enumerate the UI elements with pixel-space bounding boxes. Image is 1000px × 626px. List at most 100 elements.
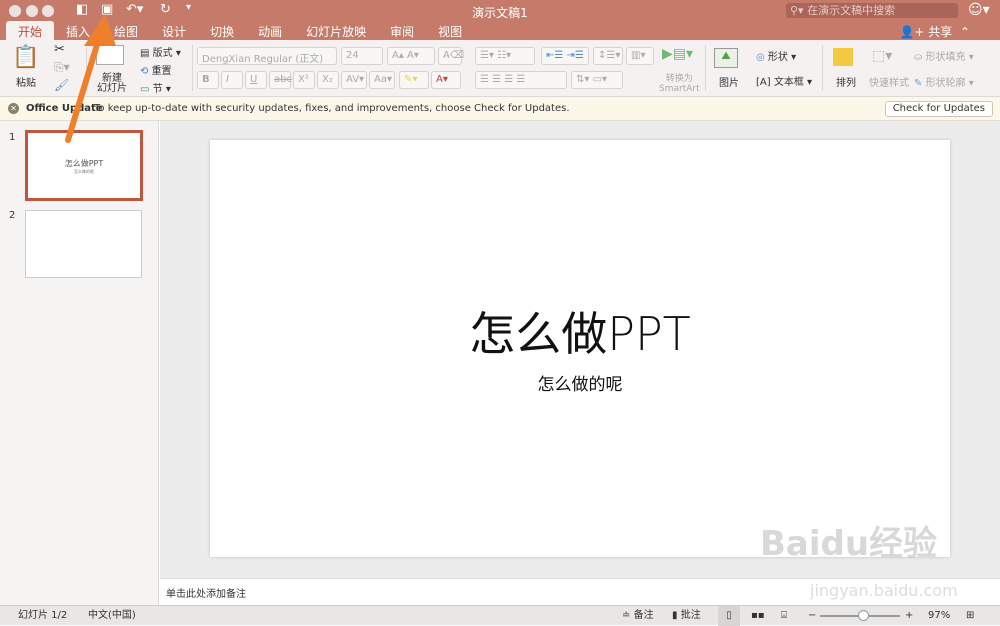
tab-animations[interactable]: 动画 — [246, 21, 294, 40]
dismiss-update-icon[interactable]: ✕ — [8, 103, 19, 114]
watermark-brand: Baidu经验 — [760, 516, 937, 565]
cut-icon[interactable]: ✂ — [54, 42, 65, 57]
italic-button[interactable]: I — [221, 71, 243, 89]
thumb-title: 怎么做PPT — [28, 158, 140, 169]
zoom-out-button[interactable]: − — [808, 606, 816, 626]
clear-format-icon[interactable]: A⌫ — [438, 47, 462, 65]
character-spacing-icon[interactable]: AV▾ — [341, 71, 367, 89]
quick-styles-icon[interactable]: ⬚▾ — [872, 48, 892, 64]
smiley-feedback-icon[interactable]: ☺▾ — [968, 2, 990, 18]
layout-icon: ▤ — [140, 48, 153, 59]
text-direction-icon[interactable]: ⇅▾ ▭▾ — [571, 71, 623, 89]
pen-icon: ✎ — [914, 78, 926, 89]
tab-insert[interactable]: 插入 — [54, 21, 102, 40]
zoom-slider[interactable] — [820, 615, 900, 617]
superscript-button[interactable]: X² — [293, 71, 315, 89]
columns-icon[interactable]: ▥▾ — [626, 47, 654, 65]
section-icon: ▭ — [140, 84, 153, 95]
tab-draw[interactable]: 绘图 — [102, 21, 150, 40]
tab-home[interactable]: 开始 — [6, 21, 54, 40]
tab-view[interactable]: 视图 — [426, 21, 474, 40]
slide-thumbnail-1[interactable]: 怎么做PPT 怎么做的呢 — [25, 130, 143, 201]
new-slide-icon[interactable] — [96, 45, 124, 65]
font-size-grow-shrink[interactable]: A▴ A▾ — [387, 47, 435, 65]
format-painter-icon[interactable]: 🖌 — [54, 78, 69, 92]
shape-outline-button[interactable]: ✎ 形状轮廓 ▾ — [914, 74, 974, 89]
update-message: To keep up-to-date with security updates… — [94, 97, 570, 121]
notes-button[interactable]: ≐ 备注 — [622, 606, 654, 626]
paint-bucket-icon: ⛀ — [914, 52, 926, 63]
share-label: 共享 — [928, 25, 952, 39]
zoom-level[interactable]: 97% — [928, 606, 950, 626]
share-button[interactable]: 👤+ 共享 ⌃ — [899, 23, 970, 40]
ribbon-tabs: 开始 插入 绘图 设计 切换 动画 幻灯片放映 审阅 视图 — [6, 21, 474, 40]
zoom-slider-handle[interactable] — [858, 610, 869, 621]
comments-button[interactable]: ▮ 批注 — [672, 606, 701, 626]
update-bar: ✕ Office Update To keep up-to-date with … — [0, 97, 1000, 121]
slide-number: 2 — [9, 210, 15, 221]
textbox-button[interactable]: [A] 文本框 ▾ — [756, 73, 812, 88]
tab-transitions[interactable]: 切换 — [198, 21, 246, 40]
bullets-numbering-icon[interactable]: ☰▾ ☷▾ — [475, 47, 535, 65]
notes-placeholder: 单击此处添加备注 — [166, 589, 246, 600]
bold-button[interactable]: B — [197, 71, 219, 89]
normal-view-icon[interactable]: ▯ — [718, 606, 740, 626]
layout-button[interactable]: ▤ 版式 ▾ — [140, 44, 181, 59]
strikethrough-button[interactable]: abc — [269, 71, 291, 89]
textbox-icon: [A] — [756, 77, 774, 88]
title-bar: ◧ ▣ ↶▾ ↻ ▾ 演示文稿1 ⚲▾ 在演示文稿中搜索 ☺▾ 开始 插入 绘图… — [0, 0, 1000, 40]
underline-button[interactable]: U — [245, 71, 267, 89]
convert-smartart-button[interactable]: 转换为 SmartArt — [659, 74, 700, 94]
search-placeholder: 在演示文稿中搜索 — [807, 4, 895, 17]
status-bar: 幻灯片 1/2 中文(中国) ≐ 备注 ▮ 批注 ▯ ▪▪ ⌸ − + 97% … — [0, 605, 1000, 625]
tab-review[interactable]: 审阅 — [378, 21, 426, 40]
picture-button[interactable]: 图片 — [719, 74, 739, 89]
font-size-select[interactable]: 24 — [341, 47, 383, 65]
check-for-updates-button[interactable]: Check for Updates — [885, 101, 993, 117]
font-name-select[interactable]: DengXian Regular (正文) — [197, 47, 337, 65]
reset-button[interactable]: ⟲ 重置 — [140, 62, 172, 77]
paste-icon[interactable]: 📋 — [12, 45, 39, 70]
tab-design[interactable]: 设计 — [150, 21, 198, 40]
section-button[interactable]: ▭ 节 ▾ — [140, 80, 171, 95]
arrange-icon[interactable] — [833, 48, 853, 66]
change-case-icon[interactable]: Aa▾ — [369, 71, 395, 89]
copy-icon[interactable]: ⎘▾ — [54, 60, 70, 75]
font-color-icon[interactable]: A▾ — [431, 71, 461, 89]
arrange-button[interactable]: 排列 — [836, 74, 856, 89]
highlight-icon[interactable]: ✎▾ — [399, 71, 429, 89]
notes-input[interactable]: 单击此处添加备注 jingyan.baidu.com — [160, 578, 1000, 605]
subscript-button[interactable]: X₂ — [317, 71, 339, 89]
reading-view-icon[interactable]: ⌸ — [781, 606, 787, 626]
slide-thumbnail-2[interactable] — [25, 210, 142, 278]
fit-to-window-icon[interactable]: ⊞ — [966, 606, 974, 626]
indent-icon[interactable]: ⇤☰ ⇥☰ — [541, 47, 589, 65]
thumb-subtitle: 怎么做的呢 — [28, 169, 140, 175]
zoom-in-button[interactable]: + — [905, 606, 913, 626]
watermark-url: jingyan.baidu.com — [810, 581, 958, 600]
shape-button[interactable]: ◎ 形状 ▾ — [756, 48, 796, 63]
slide-title[interactable]: 怎么做PPT — [210, 298, 950, 364]
smartart-icon[interactable]: ▶▤▾ — [662, 46, 693, 62]
picture-icon[interactable]: ⛰ — [714, 48, 738, 68]
shape-icon: ◎ — [756, 52, 768, 63]
alignment-icons[interactable]: ☰ ☰ ☰ ☰ — [475, 71, 567, 89]
search-input[interactable]: ⚲▾ 在演示文稿中搜索 — [786, 3, 958, 18]
quick-styles-button[interactable]: 快速样式 — [869, 74, 909, 89]
shape-fill-label: 形状填充 — [926, 52, 966, 63]
current-slide[interactable]: 怎么做PPT 怎么做的呢 — [210, 140, 950, 557]
shape-fill-button[interactable]: ⛀ 形状填充 ▾ — [914, 48, 974, 63]
slide-subtitle[interactable]: 怎么做的呢 — [210, 370, 950, 395]
comment-icon: ▮ — [672, 610, 678, 621]
paste-button[interactable]: 粘贴 — [16, 74, 36, 89]
add-person-icon: 👤+ — [899, 25, 924, 39]
ribbon: 📋 粘贴 ✂ ⎘▾ 🖌 新建 幻灯片 ▤ 版式 ▾ ⟲ 重置 ▭ 节 ▾ Den… — [0, 40, 1000, 97]
line-spacing-icon[interactable]: ↕☰▾ — [593, 47, 623, 65]
new-slide-button[interactable]: 新建 幻灯片 — [97, 74, 127, 94]
slide-number: 1 — [9, 132, 15, 143]
slide-sorter-icon[interactable]: ▪▪ — [751, 606, 765, 626]
language-indicator[interactable]: 中文(中国) — [88, 606, 136, 626]
slide-thumbnails-panel[interactable]: 1 怎么做PPT 怎么做的呢 2 — [0, 121, 159, 605]
tab-slideshow[interactable]: 幻灯片放映 — [294, 21, 378, 40]
collapse-ribbon-icon[interactable]: ⌃ — [956, 25, 970, 39]
